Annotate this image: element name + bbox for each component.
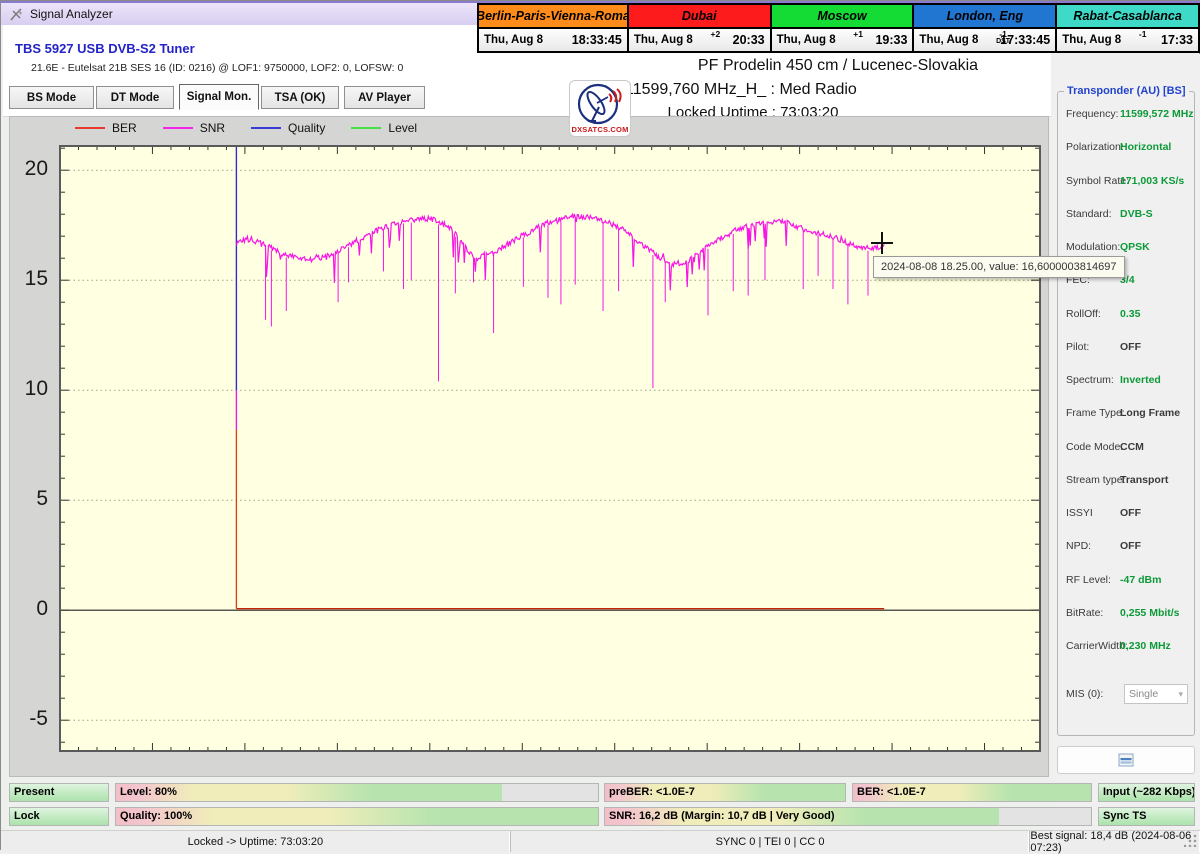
clock-time: 19:33 — [875, 33, 908, 47]
status-cell-input-kbps-: Input (~282 Kbps) — [1098, 783, 1195, 802]
dxsatcs-logo: DXSATCS.COM — [569, 80, 631, 137]
clock-time: 20:33 — [732, 33, 765, 47]
legend-item-ber: BER — [75, 121, 137, 135]
tab-tsa-ok-[interactable]: TSA (OK) — [261, 86, 339, 109]
value-tooltip: 2024-08-08 18.25.00, value: 16,600000381… — [873, 256, 1125, 278]
clock-utc-offset: +2 — [710, 29, 721, 39]
frequency-service-title: f=11599,760 MHz_H_ : Med Radio — [611, 81, 857, 98]
clock-city: London, Eng — [946, 9, 1023, 23]
transponder-field: Frame Type: Long Frame — [1066, 407, 1181, 420]
log-icon — [1118, 753, 1134, 767]
transponder-field: Spectrum: Inverted — [1066, 374, 1161, 386]
clock-city: Rabat-Casablanca — [1073, 9, 1182, 23]
legend-line — [351, 127, 382, 129]
clock-utc-offset: -1 — [1138, 29, 1147, 39]
clock-city: Dubai — [681, 9, 717, 23]
y-tick-label: 10 — [24, 377, 48, 401]
status-cell-snr: SNR: 16,2 dB (Margin: 10,7 dB | Very Goo… — [604, 807, 1092, 826]
transponder-field: Code Mode: CCM — [1066, 440, 1144, 453]
signal-plot-area[interactable] — [59, 145, 1041, 752]
window-title: Signal Analyzer — [30, 7, 113, 21]
legend-line — [75, 127, 105, 129]
y-tick-label: 15 — [24, 267, 48, 291]
y-tick-label: 5 — [36, 487, 48, 511]
status-cell-quality: Quality: 100% — [115, 807, 599, 826]
statusbar-section-0: Locked -> Uptime: 73:03:20 — [1, 831, 511, 852]
clock-date: Thu, Aug 8 — [633, 34, 693, 46]
transponder-field: RF Level: -47 dBm — [1066, 573, 1162, 586]
y-tick-label: 20 — [24, 157, 48, 181]
clock-rabat-casablanca: Rabat-Casablanca Thu, Aug 8 -1 17:33 — [1057, 5, 1199, 51]
signal-chart-panel: BER SNR Quality Level 20 15 10 5 0 -5 — [9, 116, 1049, 777]
tooltip-text: 2024-08-08 18.25.00, value: 16,600000381… — [881, 261, 1117, 273]
transponder-field: NPD: OFF — [1066, 540, 1141, 553]
world-clock-table: Berlin-Paris-Vienna-Roma Thu, Aug 8 18:33:… — [477, 3, 1200, 53]
status-cell-present: Present — [9, 783, 109, 802]
clock-berlin-paris-vienna-roma: Berlin-Paris-Vienna-Roma Thu, Aug 8 18:33:… — [479, 5, 629, 51]
dxsatcs-dish-graphic — [577, 83, 622, 125]
legend-item-level: Level — [351, 121, 417, 135]
transponder-field: Stream type: Transport — [1066, 473, 1169, 486]
status-cell-preber: preBER: <1.0E-7 — [604, 783, 846, 802]
tab-av-player[interactable]: AV Player — [344, 86, 425, 109]
mis-row: MIS (0): Single ▾ — [1066, 684, 1188, 704]
transponder-field: Symbol Rate: 171,003 KS/s — [1066, 174, 1185, 187]
mis-select[interactable]: Single ▾ — [1124, 684, 1188, 704]
app-satellite-icon — [10, 8, 22, 20]
clock-time: 18:33:45 — [571, 33, 622, 47]
status-cell-ber: BER: <1.0E-7 — [852, 783, 1092, 802]
antenna-location-title: PF Prodelin 450 cm / Lucenec-Slovakia — [697, 57, 979, 74]
dxsatcs-logo-text: DXSATCS.COM — [571, 125, 629, 134]
clock-utc-offset: +1 — [853, 29, 863, 39]
transponder-title: Transponder (AU) [BS] — [1064, 85, 1189, 97]
status-cell-lock: Lock — [9, 807, 109, 826]
clock-city: Berlin-Paris-Vienna-Roma — [479, 9, 627, 23]
transponder-field: CarrierWidth: 0,230 MHz — [1066, 640, 1171, 652]
chart-legend: BER SNR Quality Level — [75, 121, 417, 135]
transponder-field: BitRate: 0,255 Mbit/s — [1066, 606, 1180, 619]
mis-selected-value: Single — [1129, 688, 1159, 700]
transponder-field: RollOff: 0.35 — [1066, 307, 1141, 320]
legend-line — [162, 127, 193, 129]
clock-date: Thu, Aug 8 — [919, 34, 979, 46]
tuner-name: TBS 5927 USB DVB-S2 Tuner — [15, 41, 195, 56]
y-tick-label: 0 — [36, 597, 48, 621]
clock-city: Moscow — [817, 9, 867, 23]
mis-label: MIS (0): — [1066, 688, 1104, 700]
chevron-down-icon: ▾ — [1178, 688, 1183, 699]
legend-line — [251, 127, 282, 129]
status-cell-level: Level: 80% — [115, 783, 599, 802]
transponder-field: Pilot: OFF — [1066, 340, 1141, 353]
clock-date: Thu, Aug 8 — [776, 34, 836, 46]
statusbar-section-2: Best signal: 18,4 dB (2024-08-06 07:23) — [1030, 830, 1200, 854]
clock-dubai: Dubai Thu, Aug 8 +2 20:33 — [628, 5, 772, 51]
transponder-field: Polarization: Horizontal — [1066, 141, 1172, 154]
transponder-field: Standard: DVB-S — [1066, 207, 1153, 220]
status-bar: Locked -> Uptime: 73:03:20 SYNC 0 | TEI 0… — [1, 830, 1200, 854]
tab-bs-mode[interactable]: BS Mode — [9, 86, 94, 109]
resize-grip[interactable] — [1184, 834, 1197, 847]
legend-item-snr: SNR — [162, 121, 225, 135]
log-button[interactable] — [1057, 746, 1195, 774]
tuner-details: 21.6E - Eutelsat 21B SES 16 (ID: 0216) @… — [31, 62, 404, 74]
cursor-crosshair-v — [881, 232, 883, 254]
clock-date: Thu, Aug 8 — [1062, 34, 1122, 46]
statusbar-section-1: SYNC 0 | TEI 0 | CC 0 — [511, 831, 1031, 852]
transponder-groupbox: Transponder (AU) [BS] Frequency: 11599,57… — [1057, 85, 1195, 736]
clock-date: Thu, Aug 8 — [484, 34, 543, 46]
clock-time: 17:33 — [1161, 33, 1194, 47]
clock-moscow: Moscow Thu, Aug 8 +1 19:33 — [771, 5, 915, 51]
tab-dt-mode[interactable]: DT Mode — [96, 86, 174, 109]
transponder-field: Modulation: QPSK — [1066, 241, 1150, 253]
clock-london-eng: London, Eng Thu, Aug 8 -1 DST 17:33:45 — [914, 5, 1058, 51]
legend-item-quality: Quality — [251, 121, 325, 135]
y-axis-labels: 20 15 10 5 0 -5 — [10, 117, 56, 778]
transponder-field: ISSYI OFF — [1066, 507, 1141, 519]
transponder-field: Frequency: 11599,572 MHz — [1066, 108, 1194, 120]
status-cell-sync-ts: Sync TS — [1098, 807, 1195, 826]
tab-signal-mon-[interactable]: Signal Mon. — [179, 84, 259, 110]
clock-utc-offset: -1 DST — [996, 29, 1011, 45]
y-tick-label: -5 — [29, 707, 48, 731]
